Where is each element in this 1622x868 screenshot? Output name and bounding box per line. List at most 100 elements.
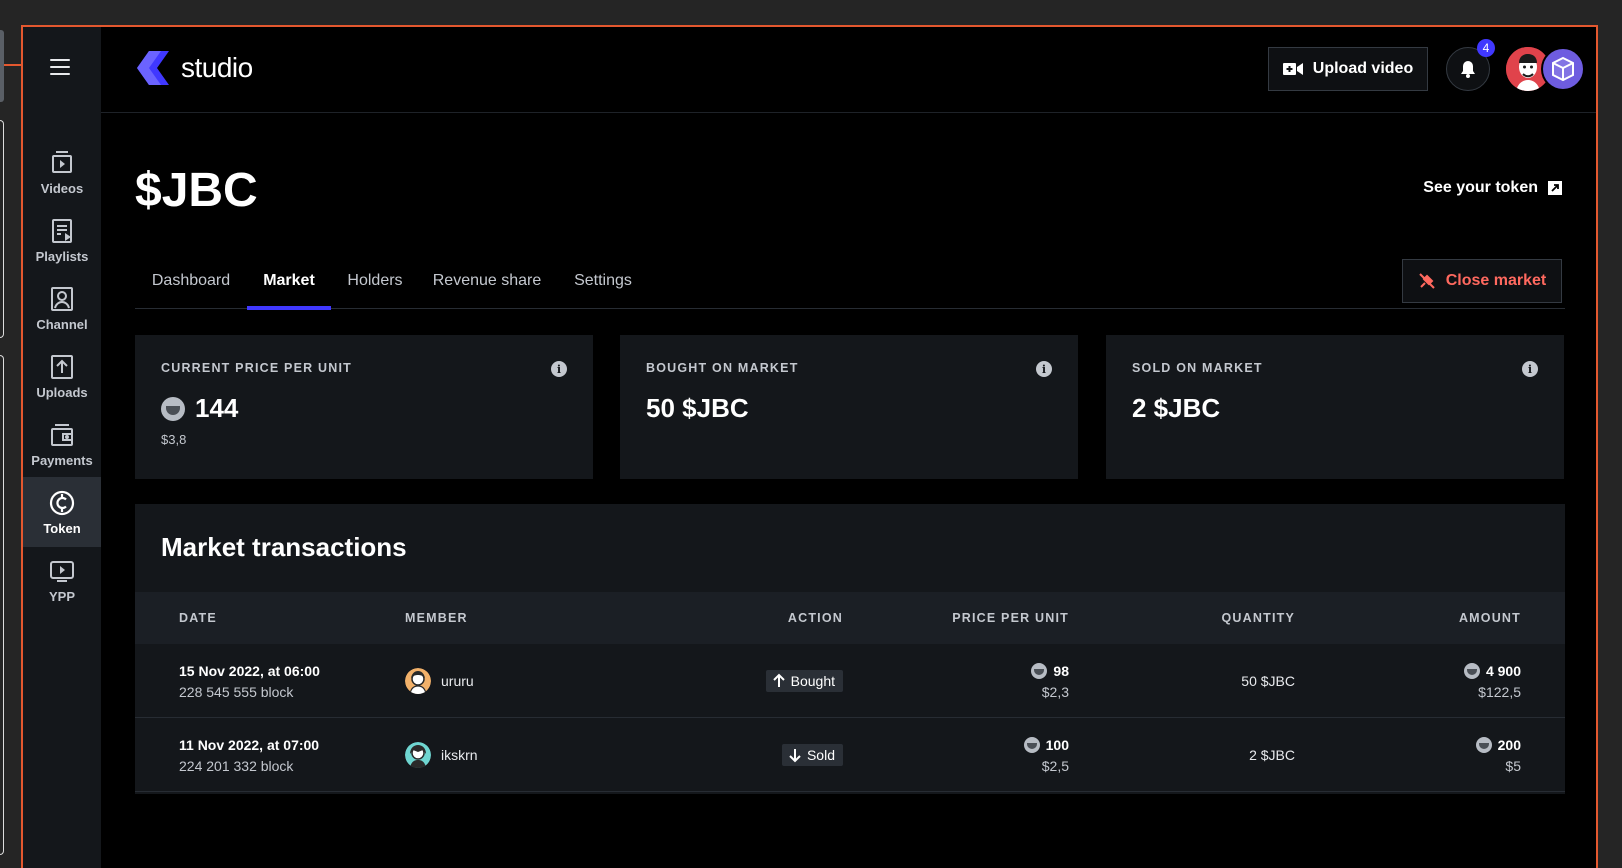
tab-revenue-share[interactable]: Revenue share	[419, 253, 555, 309]
transaction-date: 15 Nov 2022, at 06:00	[179, 662, 320, 679]
sidebar-item-ypp[interactable]: YPP	[23, 545, 101, 615]
sidebar-item-channel[interactable]: Channel	[23, 273, 101, 343]
quantity-cell: 2 $JBC	[1249, 718, 1295, 792]
column-header-quantity[interactable]: QUANTITY	[1222, 592, 1296, 644]
stat-value: 144	[161, 393, 567, 424]
column-header-date[interactable]: DATE	[179, 592, 217, 644]
sidebar-item-playlists[interactable]: Playlists	[23, 205, 101, 275]
tab-dashboard[interactable]: Dashboard	[135, 253, 247, 309]
info-icon[interactable]: i	[551, 361, 567, 377]
close-market-icon	[1419, 273, 1435, 289]
table-header: DATE MEMBER ACTION PRICE PER UNIT QUANTI…	[135, 592, 1565, 644]
sidebar-item-token[interactable]: Token	[23, 477, 101, 547]
tab-market[interactable]: Market	[247, 253, 331, 310]
joy-coin-icon	[1023, 736, 1040, 753]
action-label: Sold	[806, 747, 835, 763]
table-row[interactable]: 11 Nov 2022, at 07:00 224 201 332 block …	[135, 718, 1565, 792]
close-market-label: Close market	[1445, 272, 1547, 289]
video-camera-icon	[1282, 63, 1303, 75]
arrow-up-icon	[772, 673, 785, 687]
joy-coin-icon	[1463, 662, 1480, 679]
price-cell: 98 $2,3	[1031, 644, 1069, 718]
ypp-icon	[50, 560, 74, 582]
transaction-block: 228 545 555 block	[179, 683, 294, 700]
sidebar-item-videos[interactable]: Videos	[23, 137, 101, 207]
member-cell[interactable]: ikskrn	[405, 718, 478, 792]
column-header-action[interactable]: ACTION	[788, 592, 843, 644]
studio-logo[interactable]: studio	[135, 49, 253, 87]
joy-coin-icon	[161, 396, 185, 421]
price-usd: $2,3	[1041, 683, 1069, 700]
table-row[interactable]: 15 Nov 2022, at 06:00 228 545 555 block …	[135, 644, 1565, 718]
amount-usd: $122,5	[1478, 683, 1521, 700]
logo-text: studio	[181, 52, 253, 83]
video-file-icon	[52, 150, 72, 173]
market-transactions-title: Market transactions	[161, 532, 407, 562]
cube-icon	[1552, 56, 1574, 82]
stat-label: SOLD ON MARKET	[1132, 361, 1263, 375]
column-header-price-per-unit[interactable]: PRICE PER UNIT	[952, 592, 1069, 644]
logo-icon	[137, 51, 169, 85]
info-icon[interactable]: i	[1036, 361, 1052, 377]
close-market-button[interactable]: Close market	[1402, 259, 1562, 303]
sidebar-item-uploads[interactable]: Uploads	[23, 341, 101, 411]
channel-avatar[interactable]	[1541, 47, 1585, 91]
stat-value: 2 $JBC	[1132, 393, 1538, 424]
action-badge-bought: Bought	[765, 670, 843, 692]
sidebar-item-label: YPP	[48, 588, 75, 604]
tab-holders[interactable]: Holders	[331, 253, 419, 309]
device-edge	[0, 120, 4, 338]
amount-cell: 200 $5	[1475, 718, 1521, 792]
price-value: 100	[1023, 736, 1069, 753]
joy-coin-icon	[1031, 662, 1048, 679]
action-cell: Sold	[781, 718, 843, 792]
main-content: $JBC See your token Dashboard Market Hol…	[101, 113, 1596, 868]
amount-cell: 4 900 $122,5	[1463, 644, 1521, 718]
price-usd: $2,5	[1041, 757, 1069, 774]
stat-label: CURRENT PRICE PER UNIT	[161, 361, 352, 375]
background-window-strip	[0, 0, 22, 868]
tab-settings[interactable]: Settings	[555, 253, 651, 309]
bell-icon	[1461, 61, 1475, 78]
quantity-cell: 50 $JBC	[1241, 644, 1295, 718]
sidebar-item-payments[interactable]: Payments	[23, 409, 101, 479]
wallet-icon	[51, 423, 73, 446]
sidebar-item-label: Uploads	[36, 384, 88, 400]
price-value-text: 98	[1053, 662, 1069, 679]
member-cell[interactable]: ururu	[405, 644, 474, 718]
upload-video-button[interactable]: Upload video	[1268, 47, 1428, 91]
sidebar: Videos Playlists Channel Uploads Payment…	[23, 27, 101, 868]
joy-coin-icon	[1475, 736, 1492, 753]
member-avatar	[405, 742, 431, 768]
action-label: Bought	[790, 673, 835, 689]
action-cell: Bought	[765, 644, 843, 718]
stat-card-current-price: CURRENT PRICE PER UNIT i 144 $3,8	[135, 335, 593, 479]
arrow-down-icon	[789, 749, 801, 763]
member-handle: ikskrn	[441, 747, 478, 763]
column-header-amount[interactable]: AMOUNT	[1459, 592, 1521, 644]
upload-icon	[51, 354, 73, 379]
top-bar: studio Upload video 4	[101, 27, 1596, 113]
device-edge-lower	[0, 355, 4, 855]
studio-window: Videos Playlists Channel Uploads Payment…	[21, 25, 1598, 868]
date-cell: 11 Nov 2022, at 07:00 224 201 332 block	[179, 718, 319, 792]
window-tab-edge	[0, 30, 4, 102]
hamburger-menu-icon[interactable]	[50, 59, 72, 77]
market-transactions-panel: Market transactions DATE MEMBER ACTION P…	[135, 504, 1565, 794]
see-your-token-label: See your token	[1423, 179, 1538, 196]
quantity-value: 2 $JBC	[1249, 747, 1295, 763]
sidebar-item-label: Token	[43, 520, 81, 536]
stat-card-sold: SOLD ON MARKET i 2 $JBC	[1106, 335, 1564, 479]
column-header-member[interactable]: MEMBER	[405, 592, 468, 644]
sidebar-item-label: Playlists	[35, 248, 89, 264]
stat-value: 50 $JBC	[646, 393, 1052, 424]
info-icon[interactable]: i	[1522, 361, 1538, 377]
amount-value: 4 900	[1463, 662, 1521, 679]
transaction-block: 224 201 332 block	[179, 757, 294, 774]
amount-value: 200	[1475, 736, 1521, 753]
date-cell: 15 Nov 2022, at 06:00 228 545 555 block	[179, 644, 320, 718]
see-your-token-link[interactable]: See your token	[1423, 179, 1562, 197]
stat-label: BOUGHT ON MARKET	[646, 361, 799, 375]
channel-icon	[51, 286, 73, 311]
member-handle: ururu	[441, 673, 474, 689]
